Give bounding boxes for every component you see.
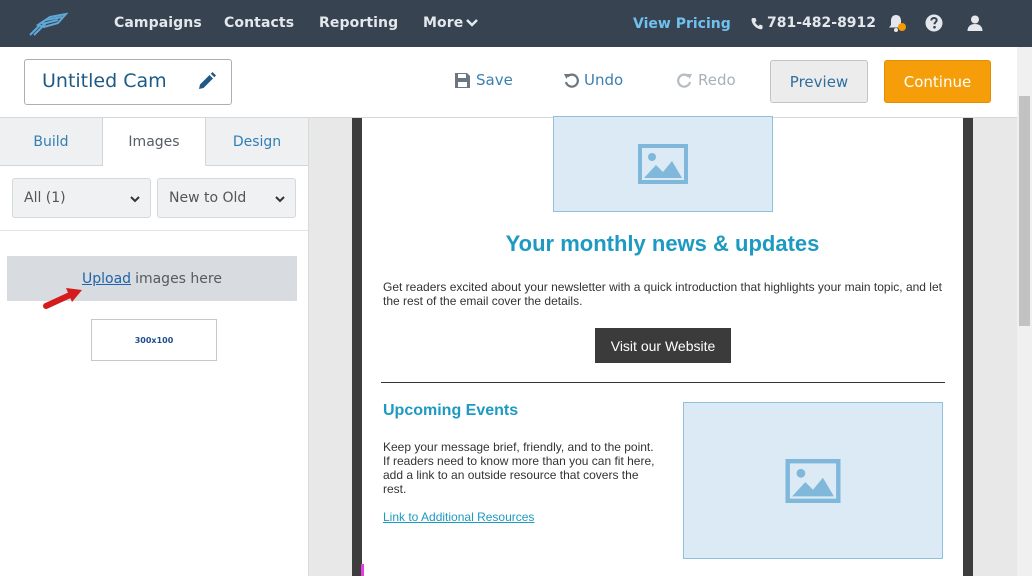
visit-website-button[interactable]: Visit our Website bbox=[595, 328, 731, 363]
undo-icon bbox=[564, 73, 579, 88]
phone-icon bbox=[751, 17, 763, 29]
tab-images[interactable]: Images bbox=[103, 118, 206, 166]
red-arrow-icon bbox=[43, 288, 82, 309]
nav-more[interactable]: More bbox=[423, 15, 479, 31]
redo-label: Redo bbox=[698, 71, 736, 89]
image-sort-value: New to Old bbox=[169, 190, 247, 206]
image-filter-select[interactable]: All (1) bbox=[12, 178, 151, 218]
view-pricing-link[interactable]: View Pricing bbox=[633, 16, 731, 32]
pencil-icon[interactable] bbox=[195, 71, 217, 93]
events-body-text[interactable]: Keep your message brief, friendly, and t… bbox=[383, 440, 661, 496]
image-icon bbox=[785, 458, 841, 503]
redo-icon bbox=[677, 73, 692, 88]
floppy-icon bbox=[455, 72, 470, 88]
preview-button[interactable]: Preview bbox=[770, 60, 868, 103]
phone-number-text: 781-482-8912 bbox=[767, 15, 877, 31]
header-image-placeholder[interactable] bbox=[553, 116, 773, 212]
continue-button[interactable]: Continue bbox=[884, 60, 991, 103]
chevron-down-icon bbox=[466, 19, 479, 27]
nav-more-label: More bbox=[423, 15, 464, 31]
notification-badge bbox=[898, 23, 906, 31]
image-thumbnail[interactable]: 300x100 bbox=[91, 319, 217, 361]
image-sort-select[interactable]: New to Old bbox=[157, 178, 296, 218]
image-thumbnail-label: 300x100 bbox=[134, 335, 174, 345]
undo-button[interactable]: Undo bbox=[563, 71, 623, 89]
image-filter-value: All (1) bbox=[24, 190, 66, 206]
logo-icon[interactable] bbox=[28, 11, 68, 37]
tab-design[interactable]: Design bbox=[206, 118, 308, 166]
nav-campaigns[interactable]: Campaigns bbox=[114, 15, 202, 31]
top-nav: Campaigns Contacts Reporting More View P… bbox=[0, 0, 1032, 47]
editor-toolbar: Untitled Campaign Save Undo Redo Preview… bbox=[0, 47, 1017, 118]
upload-text: images here bbox=[135, 270, 222, 287]
help-icon[interactable] bbox=[924, 13, 944, 33]
panel-tabs: Build Images Design bbox=[0, 118, 308, 166]
email-headline[interactable]: Your monthly news & updates bbox=[362, 231, 963, 257]
nav-contacts[interactable]: Contacts bbox=[224, 15, 294, 31]
email-divider bbox=[381, 382, 945, 383]
campaign-title-input[interactable]: Untitled Campaign bbox=[42, 70, 168, 92]
scrollbar-thumb[interactable] bbox=[1019, 96, 1030, 326]
chevron-down-icon bbox=[130, 196, 140, 203]
save-button[interactable]: Save bbox=[454, 71, 513, 89]
events-image-placeholder[interactable] bbox=[683, 402, 943, 559]
additional-resources-link[interactable]: Link to Additional Resources bbox=[383, 510, 534, 524]
email-preview: Your monthly news & updates Get readers … bbox=[362, 116, 963, 576]
email-intro-text[interactable]: Get readers excited about your newslette… bbox=[383, 280, 943, 308]
phone-number[interactable]: 781-482-8912 bbox=[751, 15, 876, 31]
redo-button[interactable]: Redo bbox=[677, 71, 736, 89]
panel-divider bbox=[0, 230, 308, 231]
nav-reporting[interactable]: Reporting bbox=[319, 15, 398, 31]
tab-build[interactable]: Build bbox=[0, 118, 103, 166]
image-icon bbox=[638, 144, 688, 184]
chevron-down-icon bbox=[275, 196, 285, 203]
undo-label: Undo bbox=[584, 71, 624, 89]
user-icon[interactable] bbox=[965, 13, 985, 33]
events-title[interactable]: Upcoming Events bbox=[383, 402, 518, 420]
selection-marker bbox=[361, 564, 364, 576]
left-panel: Build Images Design All (1) New to Old U… bbox=[0, 118, 309, 576]
campaign-title-field[interactable]: Untitled Campaign bbox=[24, 59, 232, 105]
save-label: Save bbox=[476, 71, 513, 89]
